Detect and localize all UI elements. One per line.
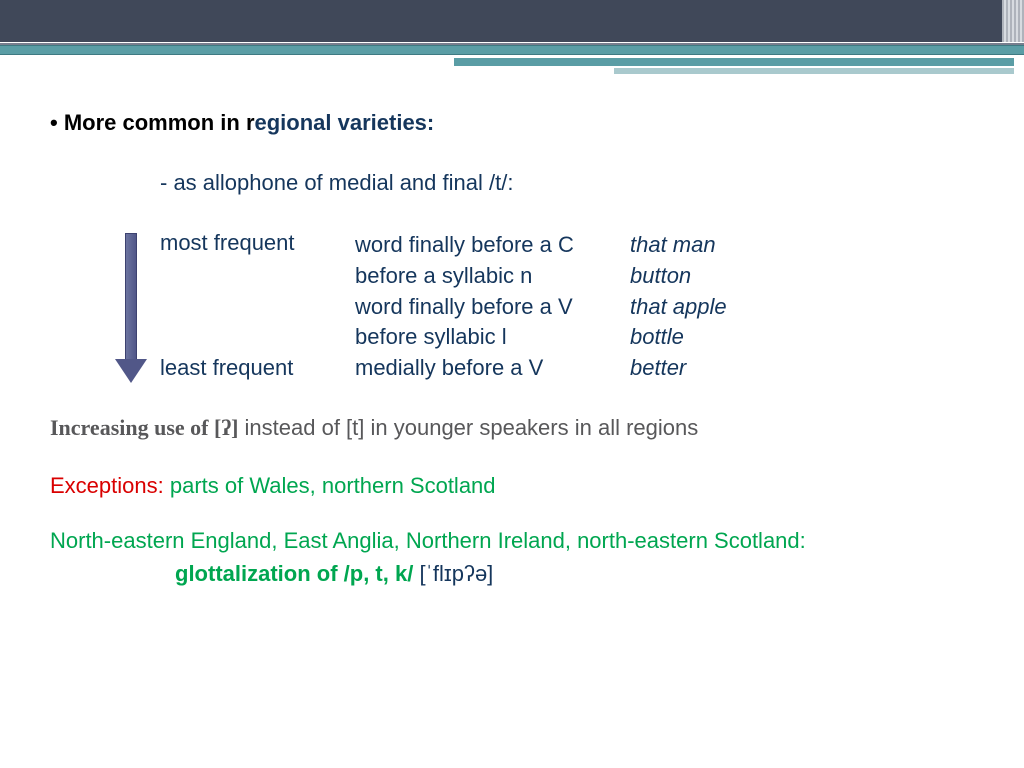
exceptions-label: Exceptions:	[50, 473, 164, 498]
example-row: bottle	[630, 322, 830, 353]
desc-row: word finally before a V	[355, 292, 625, 323]
increasing-bold: Increasing use of [ʔ]	[50, 415, 238, 440]
example-row: that man	[630, 230, 830, 261]
top-banner	[0, 0, 1024, 42]
arrow-head-icon	[115, 359, 147, 383]
bullet-title: • More common in regional varieties:	[50, 110, 970, 136]
title-part1: • More common in r	[50, 110, 255, 135]
increasing-use-text: Increasing use of [ʔ] instead of [t] in …	[50, 415, 698, 441]
desc-row: before a syllabic n	[355, 261, 625, 292]
edge-decoration	[1002, 0, 1024, 42]
increasing-rest: instead of [t] in younger speakers in al…	[238, 415, 698, 440]
teal-bar-light	[614, 68, 1014, 74]
arrow-shaft	[125, 233, 137, 361]
ne-england-text: North-eastern England, East Anglia, Nort…	[50, 528, 806, 554]
exceptions-line: Exceptions: parts of Wales, northern Sco…	[50, 473, 496, 499]
most-frequent-label: most frequent	[160, 230, 350, 256]
glottal-text: glottalization of /p, t, k/	[175, 561, 413, 586]
example-row: that apple	[630, 292, 830, 323]
desc-column: word finally before a C before a syllabi…	[355, 230, 625, 384]
sub-point: - as allophone of medial and final /t/:	[160, 170, 970, 196]
example-column: that man button that apple bottle better	[630, 230, 830, 384]
glottal-ipa: [ˈflɪpʔə]	[413, 561, 493, 586]
exceptions-text: parts of Wales, northern Scotland	[164, 473, 496, 498]
freq-column: most frequent least frequent	[160, 230, 350, 256]
teal-bar-mid	[454, 58, 1014, 66]
desc-row: before syllabic l	[355, 322, 625, 353]
desc-row: medially before a V	[355, 353, 625, 384]
frequency-arrow	[115, 233, 145, 381]
desc-row: word finally before a C	[355, 230, 625, 261]
slide-content: • More common in regional varieties: - a…	[50, 110, 970, 196]
glottalization-line: glottalization of /p, t, k/ [ˈflɪpʔə]	[175, 561, 493, 587]
teal-strip	[0, 45, 1024, 55]
title-part2: egional varieties:	[255, 110, 435, 135]
example-row: button	[630, 261, 830, 292]
least-frequent-label: least frequent	[160, 355, 293, 381]
example-row: better	[630, 353, 830, 384]
